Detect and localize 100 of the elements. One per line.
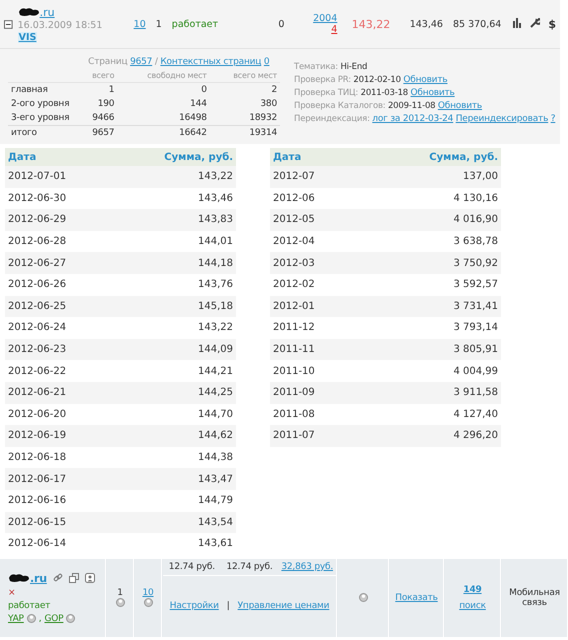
table-cell: 2012-06-18	[5, 446, 112, 468]
search-count-link[interactable]: 149	[463, 584, 482, 595]
table-cell: 144,70	[112, 404, 236, 426]
show-link[interactable]: Показать	[395, 592, 438, 603]
info-label: Проверка ТИЦ:	[294, 88, 358, 98]
table-cell: 2012-06-16	[5, 490, 112, 512]
info-link[interactable]: Переиндексировать	[456, 114, 548, 124]
table-cell: 2012-07	[270, 166, 360, 188]
table-cell: 2012-02	[270, 274, 360, 296]
info-link[interactable]: лог за 2012-03-24	[372, 114, 454, 124]
links-total[interactable]: 2004	[313, 13, 338, 24]
column-header[interactable]: Сумма, руб.	[360, 148, 501, 166]
help-icon[interactable]	[144, 598, 152, 608]
table-cell: 2012-04	[270, 230, 360, 252]
table-cell: 2012-06-27	[5, 252, 112, 274]
column-header[interactable]: Дата	[5, 148, 112, 166]
link-icon[interactable]	[52, 573, 63, 584]
table-cell: 9657	[78, 126, 118, 140]
row-label: итого	[8, 126, 78, 140]
separator-text: /	[154, 57, 158, 67]
table-cell: 143,46	[112, 188, 236, 210]
context-pages-link[interactable]: Контекстных страниц	[160, 57, 262, 67]
yap-link[interactable]: YAP	[8, 614, 24, 624]
row-label: главная	[8, 82, 78, 97]
column-header[interactable]: Дата	[270, 148, 360, 166]
table-cell: 2012-07-01	[5, 166, 112, 188]
table-cell: 2012-06-26	[5, 274, 112, 296]
price-text: 12.74 руб.	[225, 560, 274, 574]
info-link[interactable]: ?	[550, 114, 556, 124]
divider-text: |	[226, 601, 230, 612]
price-link[interactable]: 32,863 руб.	[281, 562, 333, 572]
table-cell: 2011-11	[270, 338, 360, 360]
search-link[interactable]: поиск	[459, 600, 486, 611]
table-cell: 4 016,90	[360, 209, 501, 231]
info-link[interactable]: Обновить	[403, 75, 448, 85]
table-cell: 144,09	[112, 338, 236, 360]
table-cell: 3 592,57	[360, 274, 501, 296]
table-cell: 3 750,92	[360, 252, 501, 274]
info-value: Hi-End	[340, 62, 368, 72]
info-link[interactable]: Обновить	[438, 101, 482, 111]
links-count[interactable]: 10	[128, 18, 151, 30]
domain-link[interactable]: .ru	[30, 572, 47, 585]
help-icon[interactable]	[358, 593, 368, 602]
table-cell: 144,79	[112, 490, 236, 512]
help-icon[interactable]	[116, 598, 124, 608]
column-header[interactable]: Сумма, руб.	[112, 148, 236, 166]
table-cell: 0	[117, 82, 210, 97]
table-cell: 4 296,20	[360, 425, 501, 447]
table-cell: 19314	[210, 126, 280, 140]
badge-link[interactable]: VIS	[18, 32, 38, 42]
table-cell: 137,00	[360, 166, 501, 188]
table-cell: 144,01	[112, 230, 236, 252]
table-cell: 143,54	[112, 512, 236, 534]
table-cell: 145,18	[112, 296, 236, 318]
help-icon[interactable]	[66, 614, 76, 624]
table-cell: 2011-10	[270, 360, 360, 382]
table-cell: 2012-06-29	[5, 209, 112, 231]
price-text: 143,22	[350, 18, 392, 30]
gop-link[interactable]: GOP	[44, 614, 64, 624]
context-count-link[interactable]: 0	[264, 57, 270, 67]
pages-link[interactable]: 9657	[130, 57, 152, 67]
table-cell: 143,47	[112, 468, 236, 490]
table-cell: 2011-07	[270, 425, 360, 447]
table-cell: 143,83	[112, 209, 236, 231]
settings-link[interactable]: Настройки	[170, 601, 219, 612]
table-cell: 143,76	[112, 274, 236, 296]
total-text: 85 370,64	[452, 18, 502, 30]
dollar-icon[interactable]: $	[548, 18, 556, 30]
table-cell: 2012-06	[270, 188, 360, 210]
table-cell-text: 144	[189, 98, 208, 111]
user-icon[interactable]	[84, 573, 95, 584]
pages-label: Страниц	[88, 57, 128, 67]
info-link[interactable]: Обновить	[410, 88, 455, 98]
collapse-icon[interactable]	[4, 20, 13, 28]
table-cell: 2012-06-22	[5, 360, 112, 382]
remove-mark[interactable]: ×	[8, 588, 16, 598]
table-cell: 3 911,58	[360, 382, 501, 404]
price-management-link[interactable]: Управление ценами	[238, 601, 330, 612]
chart-icon[interactable]	[512, 18, 522, 28]
column-header: свободно мест	[117, 69, 210, 82]
table-cell: 2012-06-25	[5, 296, 112, 318]
info-value: 2011-03-18	[360, 88, 408, 98]
redaction-scribble	[18, 7, 40, 17]
category-text: Мобильная связь	[508, 588, 561, 608]
table-cell: 18932	[210, 111, 280, 126]
table-cell: 3 805,91	[360, 338, 501, 360]
table-cell: 2012-03	[270, 252, 360, 274]
table-cell: 2012-06-19	[5, 425, 112, 447]
help-icon[interactable]	[26, 614, 36, 624]
domain-link[interactable]: .ru	[40, 6, 55, 18]
info-label: Переиндексация:	[294, 114, 370, 124]
wrench-icon[interactable]	[530, 18, 540, 28]
links-new[interactable]: 4	[331, 24, 338, 35]
info-label: Проверка Каталогов:	[294, 101, 386, 111]
table-cell: 2012-06-24	[5, 317, 112, 339]
table-cell: 4 004,99	[360, 360, 501, 382]
links-count[interactable]: 10	[142, 588, 154, 598]
copy-icon[interactable]	[68, 573, 79, 584]
table-cell: 2	[210, 82, 280, 97]
table-cell-text: 190	[96, 98, 116, 111]
